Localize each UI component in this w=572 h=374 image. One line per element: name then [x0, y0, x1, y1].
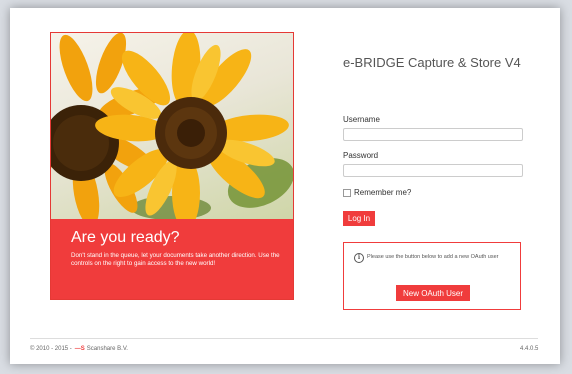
copyright-text: © 2010 - 2015 - [30, 346, 72, 352]
sunflower-image [51, 33, 293, 219]
login-button[interactable]: Log In [343, 211, 375, 226]
footer-divider [30, 338, 538, 339]
company-name: Scanshare B.V. [86, 346, 128, 352]
hero-panel: Are you ready? Don't stand in the queue,… [50, 32, 294, 300]
new-oauth-user-button[interactable]: New OAuth User [396, 285, 470, 301]
hero-caption: Are you ready? Don't stand in the queue,… [51, 219, 293, 299]
version-number: 4.4.0.5 [520, 346, 539, 352]
username-label: Username [343, 115, 380, 124]
app-title: e-BRIDGE Capture & Store V4 [343, 55, 521, 70]
oauth-panel: i Please use the button below to add a n… [343, 242, 521, 310]
login-window: Are you ready? Don't stand in the queue,… [10, 8, 560, 364]
remember-me-label: Remember me? [354, 188, 412, 197]
footer-copyright: © 2010 - 2015 - —S Scanshare B.V. [30, 346, 128, 352]
hero-text: Don't stand in the queue, let your docum… [71, 252, 280, 267]
scanshare-logo-icon: —S [74, 346, 85, 352]
oauth-message-row: i Please use the button below to add a n… [354, 253, 514, 263]
password-input[interactable] [343, 164, 523, 177]
remember-me[interactable]: Remember me? [343, 188, 411, 197]
info-icon: i [354, 253, 364, 263]
password-label: Password [343, 151, 379, 160]
username-input[interactable] [343, 128, 523, 141]
sunflower-illustration [51, 33, 293, 219]
oauth-message: Please use the button below to add a new… [367, 254, 499, 260]
remember-me-checkbox[interactable] [343, 188, 351, 197]
hero-title: Are you ready? [71, 229, 180, 246]
